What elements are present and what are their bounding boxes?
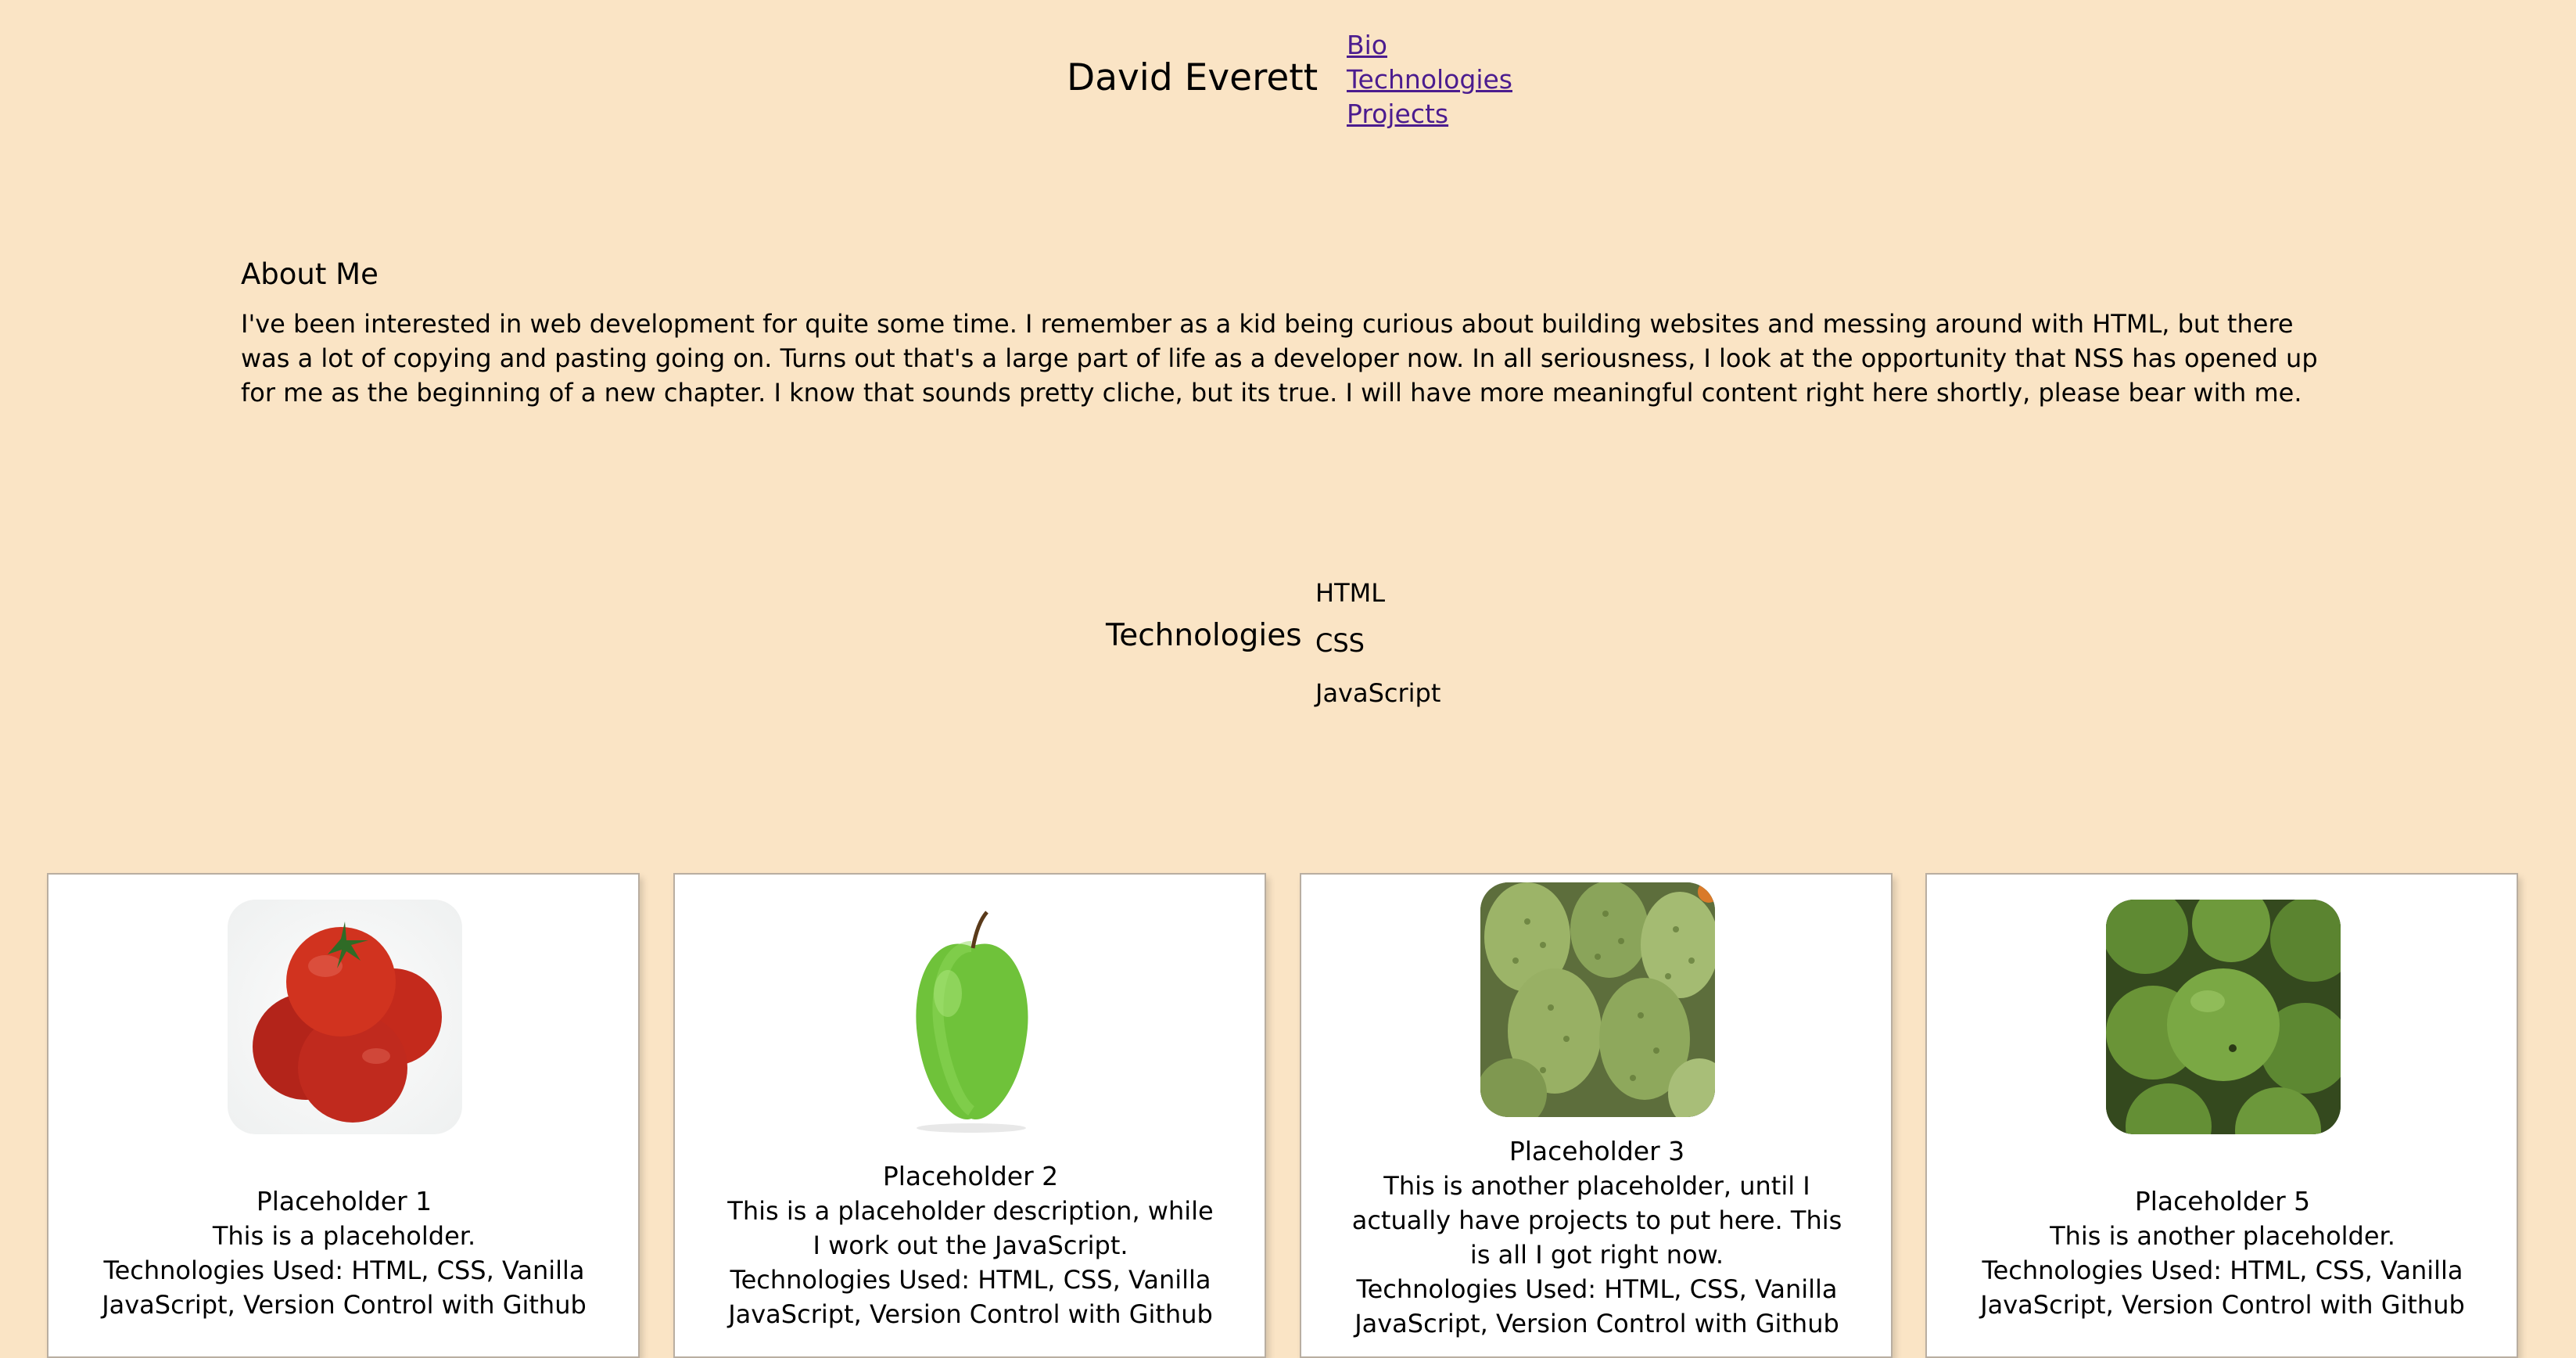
- green-fruit-image: [2106, 900, 2341, 1134]
- technology-item: HTML: [1315, 578, 1386, 608]
- green-apple-image: [854, 900, 1089, 1134]
- project-card-2[interactable]: Placeholder 2 This is a placeholder desc…: [673, 873, 1266, 1358]
- project-card-1[interactable]: Placeholder 1 This is a placeholder. Tec…: [47, 873, 640, 1358]
- project-title: Placeholder 5: [2134, 1186, 2311, 1216]
- project-title: Placeholder 1: [256, 1186, 432, 1216]
- nav-link-projects[interactable]: Projects: [1347, 97, 1512, 131]
- about-heading: About Me: [241, 257, 379, 291]
- project-description: This is another placeholder, until I act…: [1351, 1171, 1842, 1270]
- project-description: This is a placeholder.: [212, 1221, 476, 1251]
- nav-link-technologies[interactable]: Technologies: [1347, 63, 1512, 97]
- technologies-list: HTML CSS JavaScript: [1315, 568, 1440, 718]
- project-title: Placeholder 3: [1509, 1136, 1685, 1166]
- about-text: I've been interested in web development …: [241, 309, 2318, 408]
- project-description: This is another placeholder.: [2050, 1221, 2395, 1251]
- project-title: Placeholder 2: [882, 1161, 1059, 1191]
- project-card-3[interactable]: Placeholder 3 This is another placeholde…: [1300, 873, 1893, 1358]
- project-card-4[interactable]: Placeholder 5 This is another placeholde…: [1925, 873, 2518, 1358]
- project-technologies: Technologies Used: HTML, CSS, Vanilla Ja…: [102, 1256, 587, 1320]
- project-technologies: Technologies Used: HTML, CSS, Vanilla Ja…: [1354, 1274, 1839, 1338]
- project-technologies: Technologies Used: HTML, CSS, Vanilla Ja…: [728, 1265, 1213, 1329]
- technology-item: CSS: [1315, 628, 1365, 658]
- site-header: David Everett Bio Technologies Projects: [0, 0, 2576, 149]
- site-title: David Everett: [1067, 56, 1318, 99]
- project-technologies: Technologies Used: HTML, CSS, Vanilla Ja…: [1980, 1256, 2465, 1320]
- about-section: About Me I've been interested in web dev…: [241, 250, 2337, 410]
- soursop-image: [1480, 882, 1715, 1117]
- technology-item: JavaScript: [1315, 678, 1441, 708]
- technologies-heading: Technologies: [1106, 618, 1302, 653]
- main-nav: Bio Technologies Projects: [1347, 28, 1512, 131]
- tomatoes-image: [228, 900, 462, 1134]
- project-description: This is a placeholder description, while…: [727, 1196, 1214, 1260]
- nav-link-bio[interactable]: Bio: [1347, 28, 1512, 63]
